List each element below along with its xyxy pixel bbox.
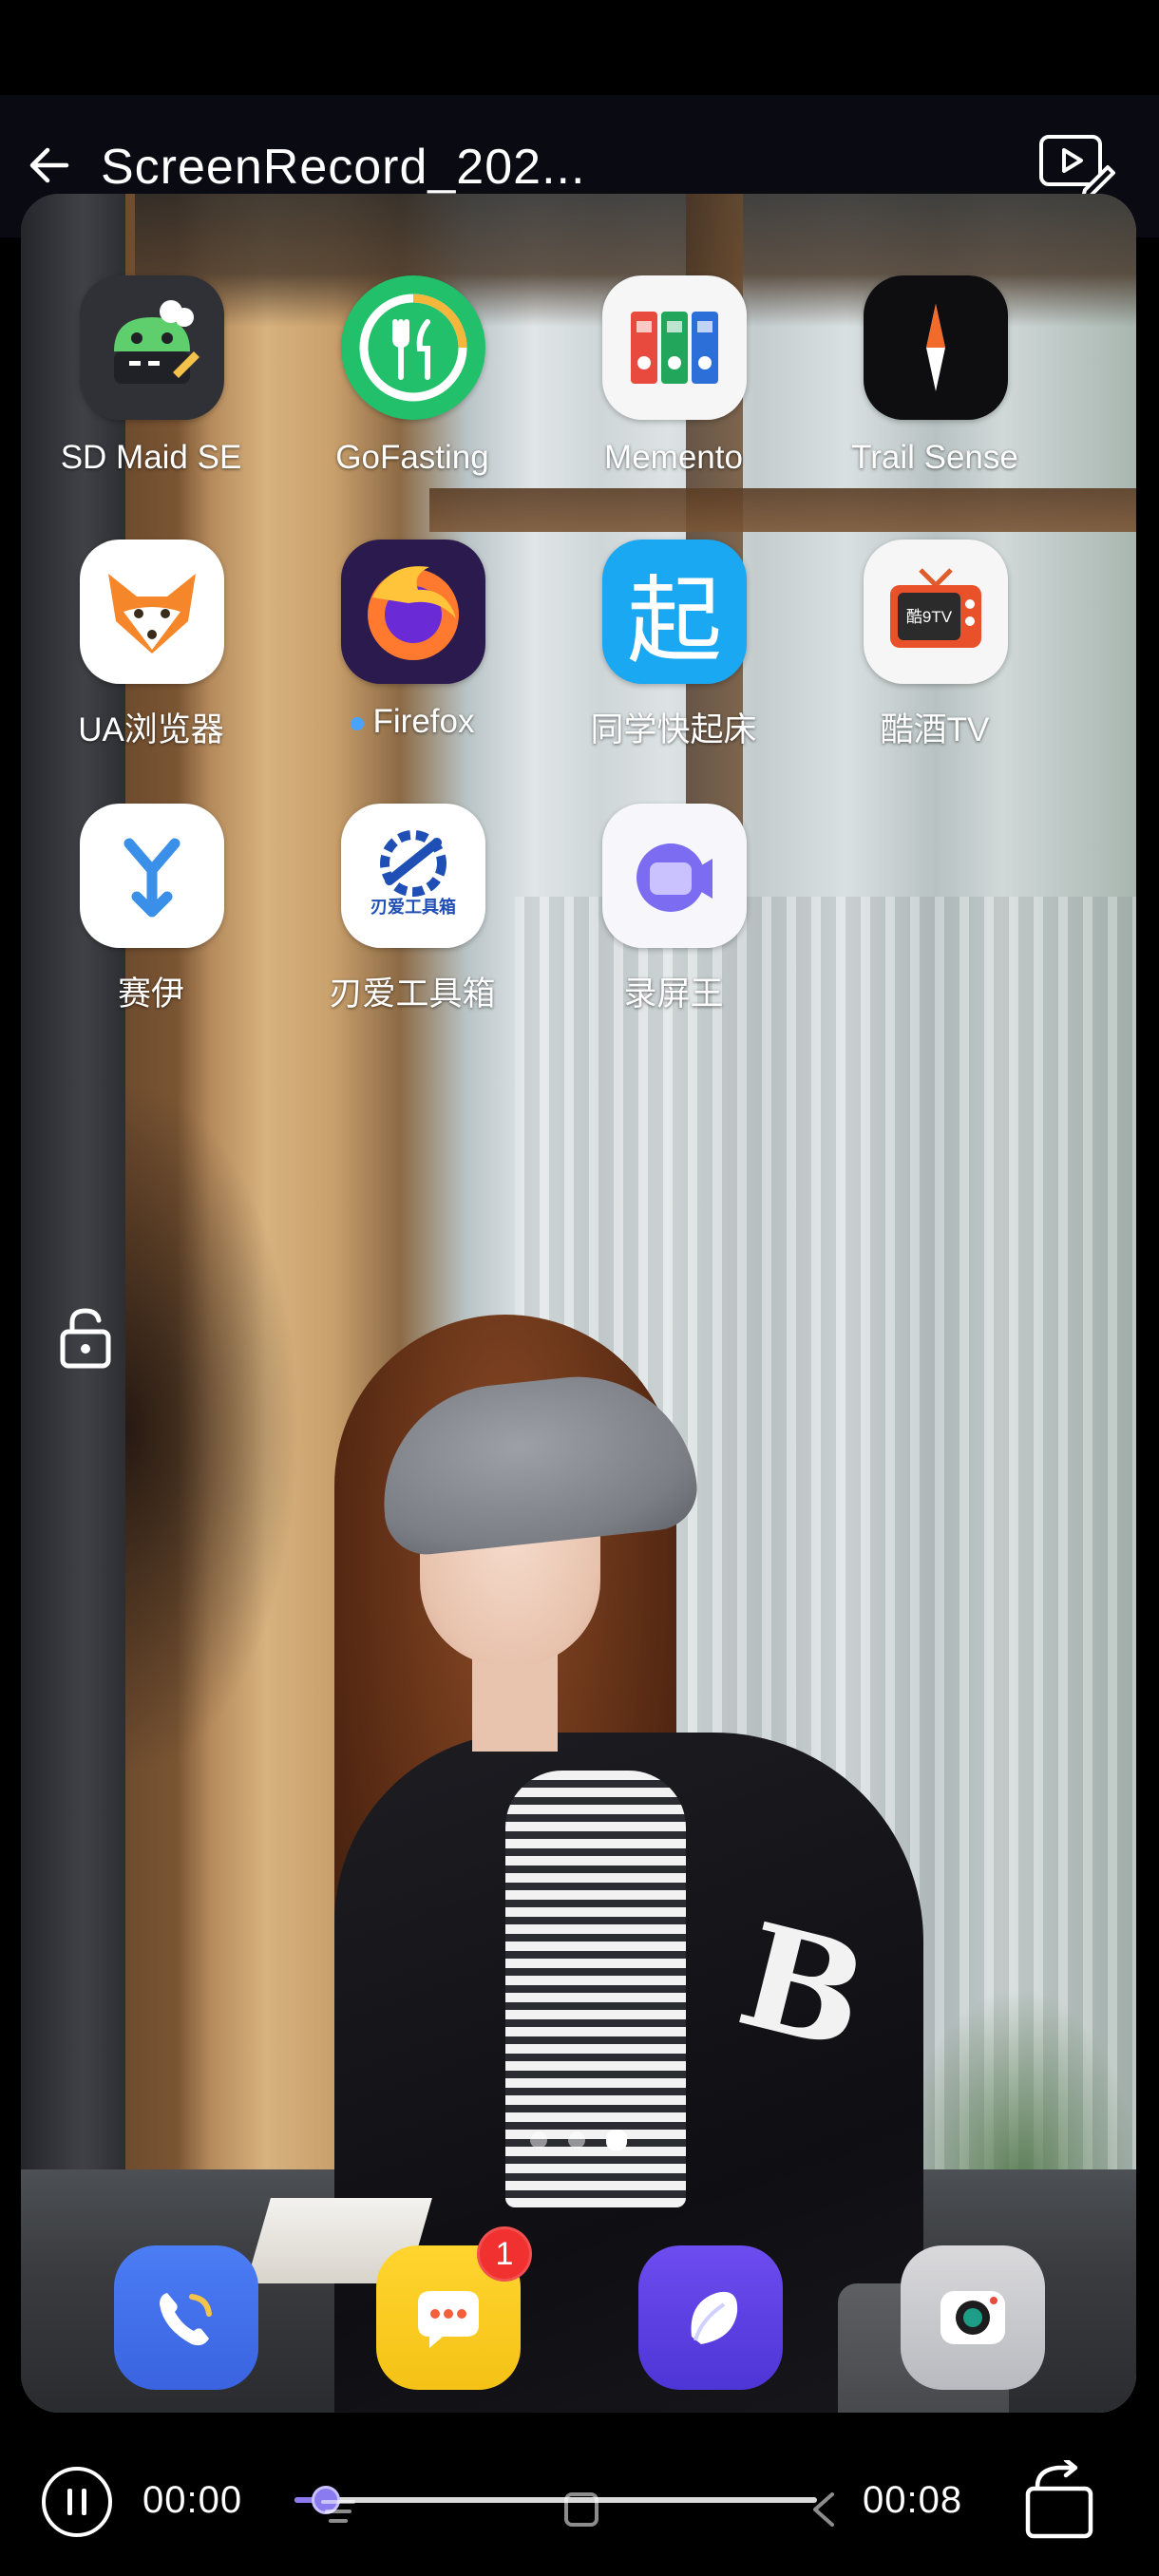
phone-icon: [160, 2293, 212, 2346]
app-screen-recorder[interactable]: 录屏王: [564, 804, 783, 1032]
app-memento[interactable]: Memento: [564, 275, 783, 503]
video-player-page: ScreenRecord_202... B SD Maid SE GoFasti…: [0, 0, 1159, 2576]
app-label: Memento: [604, 439, 743, 476]
app-firefox[interactable]: Firefox: [303, 540, 522, 767]
messages-icon: [418, 2291, 479, 2348]
pause-icon[interactable]: [40, 2465, 114, 2539]
video-frame[interactable]: B SD Maid SE GoFasting Memento Trail Sen…: [21, 194, 1136, 2413]
app-ua-browser[interactable]: UA浏览器: [42, 540, 260, 767]
gofasting-icon: [341, 275, 485, 420]
toolbox-glyph: 刃爱工具箱: [370, 897, 456, 918]
app-label: SD Maid SE: [60, 439, 242, 476]
toolbox-icon: 刃爱工具箱: [341, 804, 485, 948]
nav-menu-icon: [321, 2500, 355, 2523]
dock-phone[interactable]: [114, 2245, 258, 2390]
back-arrow-icon[interactable]: [23, 139, 76, 192]
app-kujiu-tv[interactable]: 酷9TV 酷酒TV: [826, 540, 1044, 767]
saiyi-icon: [80, 804, 224, 948]
dock-messages[interactable]: 1: [376, 2226, 532, 2390]
app-trail-sense[interactable]: Trail Sense: [826, 275, 1044, 503]
qi-icon: 起: [602, 540, 747, 684]
app-label: 酷酒TV: [880, 711, 990, 748]
new-app-dot: [350, 716, 364, 730]
browser-icon: [691, 2291, 738, 2344]
seek-bar[interactable]: [294, 2486, 817, 2514]
app-label: 同学快起床: [590, 711, 757, 748]
app-toolbox[interactable]: 刃爱工具箱 刃爱工具箱: [303, 804, 522, 1032]
tv-icon: 酷9TV: [864, 540, 1008, 684]
app-label: 录屏王: [623, 975, 724, 1013]
screen-recorder-icon: [602, 804, 747, 948]
trail-sense-icon: [864, 275, 1008, 420]
page-dot: [568, 2131, 585, 2149]
nav-back-icon: [813, 2492, 834, 2527]
app-sd-maid[interactable]: SD Maid SE: [42, 275, 260, 503]
page-indicator: [21, 2130, 1136, 2150]
page-dot-active: [606, 2130, 627, 2150]
edit-video-icon[interactable]: [1037, 131, 1115, 199]
app-label: UA浏览器: [78, 711, 224, 748]
app-label: 赛伊: [117, 975, 184, 1013]
wallpaper-portrait: B: [21, 194, 1136, 2413]
nav-home-icon: [564, 2492, 598, 2527]
sd-maid-icon: [80, 275, 224, 420]
app-label: 刃爱工具箱: [329, 975, 496, 1013]
app-label: Firefox: [284, 703, 541, 741]
page-dot: [530, 2131, 547, 2149]
memento-icon: [602, 275, 747, 420]
dock-browser[interactable]: [638, 2245, 783, 2390]
dock-camera[interactable]: [901, 2245, 1045, 2390]
app-saiyi[interactable]: 赛伊: [42, 804, 260, 1032]
app-label-text: Firefox: [372, 703, 475, 740]
qi-glyph: 起: [627, 564, 722, 676]
firefox-icon: [341, 540, 485, 684]
total-time: 00:08: [863, 2479, 963, 2521]
unlock-icon[interactable]: [57, 1303, 114, 1370]
app-gofasting[interactable]: GoFasting: [303, 275, 522, 503]
app-label: Trail Sense: [851, 439, 1018, 476]
camera-icon: [940, 2291, 1005, 2344]
ua-browser-icon: [80, 540, 224, 684]
tv-glyph: 酷9TV: [906, 608, 953, 626]
rotate-screen-icon[interactable]: [1016, 2460, 1102, 2542]
app-tongxue[interactable]: 起 同学快起床: [564, 540, 783, 767]
notification-badge: 1: [477, 2226, 532, 2282]
current-time: 00:00: [142, 2479, 243, 2521]
app-label: GoFasting: [335, 439, 489, 476]
video-title: ScreenRecord_202...: [101, 140, 586, 195]
